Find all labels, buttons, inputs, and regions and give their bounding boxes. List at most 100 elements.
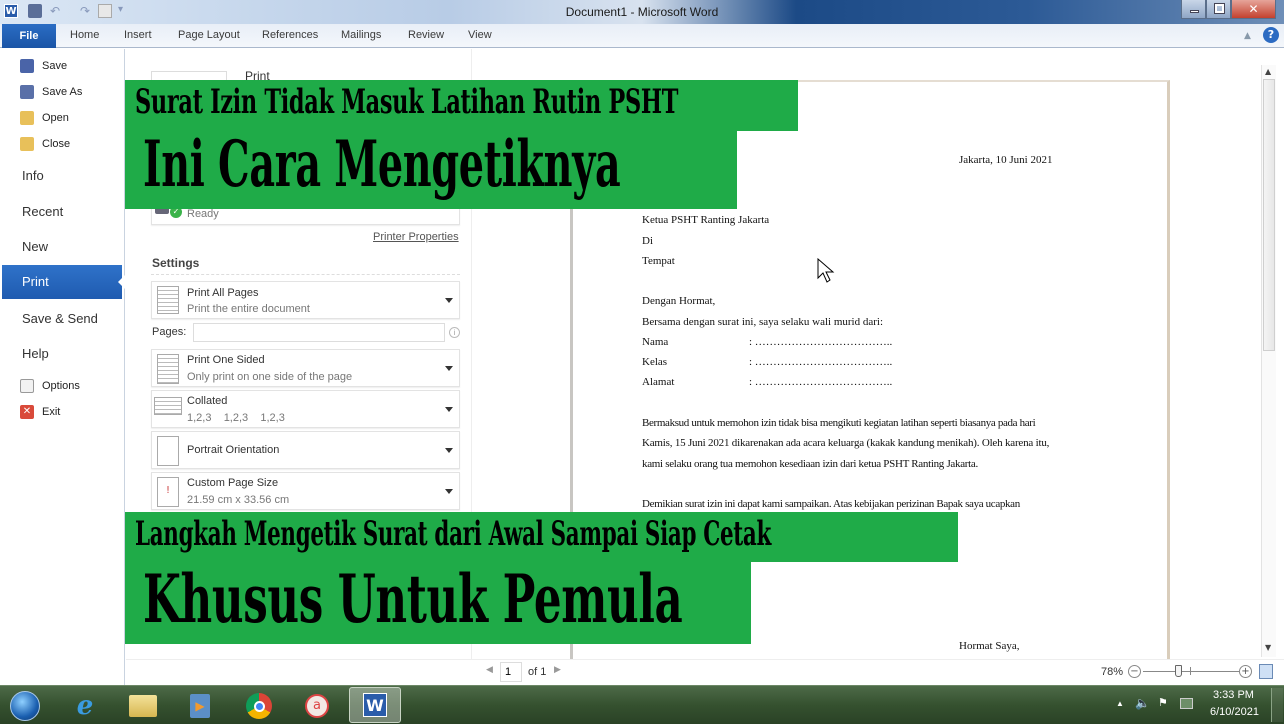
- nav-item-exit[interactable]: ✕ Exit: [20, 401, 60, 423]
- clock-date[interactable]: 6/10/2021: [1210, 706, 1259, 718]
- nav-item-recent[interactable]: Recent: [22, 204, 63, 219]
- zoom-out-icon[interactable]: −: [1128, 665, 1141, 678]
- minimize-button[interactable]: [1181, 0, 1206, 19]
- field-value: : ………………………………..: [749, 356, 893, 368]
- taskbar-file-explorer[interactable]: [124, 690, 162, 722]
- tab-home[interactable]: Home: [70, 29, 99, 41]
- option-subtitle: 21.59 cm x 33.56 cm: [187, 494, 290, 506]
- collation-dropdown[interactable]: Collated 1,2,3 1,2,3 1,2,3: [151, 390, 460, 428]
- taskbar-word[interactable]: W: [349, 687, 401, 723]
- page-count: of 1: [528, 666, 547, 678]
- tab-file[interactable]: File: [2, 24, 56, 48]
- portrait-icon: [157, 436, 179, 466]
- tab-references[interactable]: References: [262, 29, 318, 41]
- open-folder-icon: [20, 111, 34, 125]
- show-hidden-icons[interactable]: ▲: [1116, 699, 1124, 708]
- vertical-scrollbar[interactable]: ▲ ▼: [1261, 65, 1276, 657]
- backstage-nav: Save Save As Open Close Info Recent New …: [0, 49, 125, 685]
- taskbar-chrome[interactable]: [240, 690, 278, 722]
- nav-item-close[interactable]: Close: [20, 133, 70, 155]
- option-title: Collated: [187, 395, 228, 407]
- tab-mailings[interactable]: Mailings: [341, 29, 381, 41]
- nav-item-help[interactable]: Help: [22, 346, 49, 361]
- show-desktop-button[interactable]: [1271, 688, 1283, 722]
- windows-taskbar: e ▶ a W ▲ 🔈 ⚑ 3:33 PM 6/10/2021: [0, 685, 1284, 724]
- clock-time[interactable]: 3:33 PM: [1213, 689, 1254, 701]
- print-range-dropdown[interactable]: Print All Pages Print the entire documen…: [151, 281, 460, 319]
- help-icon[interactable]: ?: [1263, 27, 1279, 43]
- nav-item-label: Open: [42, 112, 69, 124]
- zoom-slider-track[interactable]: [1143, 671, 1239, 672]
- taskbar-internet-explorer[interactable]: e: [66, 690, 104, 722]
- action-center-flag-icon[interactable]: ⚑: [1158, 696, 1168, 709]
- zoom-slider-thumb[interactable]: [1175, 665, 1183, 677]
- option-title: Print All Pages: [187, 287, 259, 299]
- network-icon[interactable]: [1180, 698, 1193, 709]
- tab-page-layout[interactable]: Page Layout: [178, 29, 240, 41]
- collated-icon: [154, 397, 182, 415]
- start-button[interactable]: [6, 690, 44, 722]
- pages-input[interactable]: [193, 323, 445, 342]
- tab-insert[interactable]: Insert: [124, 29, 152, 41]
- scroll-up-icon[interactable]: ▲: [1265, 67, 1271, 76]
- body-line: Bermaksud untuk memohon izin tidak bisa …: [642, 417, 1036, 429]
- overlay-title-line: Surat Izin Tidak Masuk Latihan Rutin PSH…: [135, 82, 679, 122]
- nav-item-label: Close: [42, 138, 71, 150]
- nav-item-save-as[interactable]: Save As: [20, 81, 82, 103]
- field-label: Nama: [642, 336, 669, 348]
- nav-item-new[interactable]: New: [22, 239, 48, 254]
- scroll-down-icon[interactable]: ▼: [1265, 643, 1271, 652]
- chevron-down-icon: [445, 489, 453, 494]
- options-icon: [20, 379, 34, 393]
- next-page-icon[interactable]: ▶: [554, 665, 561, 675]
- taskbar-media-player[interactable]: ▶: [181, 690, 219, 722]
- nav-item-info[interactable]: Info: [22, 168, 44, 183]
- recipient-line: Ketua PSHT Ranting Jakarta: [642, 214, 770, 226]
- nav-item-save-send[interactable]: Save & Send: [22, 311, 98, 326]
- internet-explorer-icon: e: [76, 691, 94, 721]
- taskbar-app[interactable]: a: [298, 690, 336, 722]
- option-title: Custom Page Size: [187, 477, 279, 489]
- intro-line: Bersama dengan surat ini, saya selaku wa…: [642, 316, 884, 328]
- chrome-icon: [246, 693, 272, 719]
- window-title: Document1 - Microsoft Word: [565, 5, 719, 19]
- nav-item-print[interactable]: Print: [2, 265, 125, 299]
- word-icon: W: [363, 693, 387, 717]
- zoom-in-icon[interactable]: +: [1239, 665, 1252, 678]
- pages-label: Pages:: [152, 326, 187, 338]
- one-sided-icon: [157, 354, 179, 384]
- nav-item-label: Options: [42, 380, 80, 392]
- save-icon: [20, 59, 34, 73]
- close-folder-icon: [20, 137, 34, 151]
- chevron-down-icon: [445, 298, 453, 303]
- printer-properties-link[interactable]: Printer Properties: [373, 231, 459, 243]
- orientation-dropdown[interactable]: Portrait Orientation: [151, 431, 460, 469]
- zoom-to-page-icon[interactable]: [1259, 664, 1273, 679]
- tab-review[interactable]: Review: [408, 29, 444, 41]
- option-subtitle: Print the entire document: [187, 303, 310, 315]
- nav-item-save[interactable]: Save: [20, 55, 67, 77]
- tab-view[interactable]: View: [468, 29, 492, 41]
- scrollbar-thumb[interactable]: [1263, 79, 1275, 351]
- greeting: Dengan Hormat,: [642, 295, 716, 307]
- page-size-dropdown[interactable]: ! Custom Page Size 21.59 cm x 33.56 cm: [151, 472, 460, 510]
- printer-status: Ready: [187, 208, 219, 220]
- minimize-ribbon-icon[interactable]: ▲: [1244, 31, 1251, 41]
- previous-page-icon[interactable]: ◀: [486, 665, 493, 675]
- zoom-level[interactable]: 78%: [1101, 666, 1123, 678]
- media-player-icon: ▶: [190, 694, 210, 718]
- restore-button[interactable]: [1206, 0, 1231, 19]
- page-number-input[interactable]: [500, 662, 522, 682]
- file-explorer-icon: [129, 695, 157, 717]
- volume-icon[interactable]: 🔈: [1135, 696, 1150, 710]
- nav-item-options[interactable]: Options: [20, 375, 80, 397]
- app-red-circle-icon: a: [305, 694, 329, 718]
- date-line: Jakarta, 10 Juni 2021: [959, 154, 1053, 166]
- title-bar: W ↶ ↷ ▾ Document1 - Microsoft Word ✕: [0, 0, 1284, 24]
- nav-item-open[interactable]: Open: [20, 107, 69, 129]
- overlay-headline-line: Ini Cara Mengetiknya: [143, 127, 621, 202]
- overlay-banner-title: Surat Izin Tidak Masuk Latihan Rutin PSH…: [125, 80, 798, 131]
- close-button[interactable]: ✕: [1231, 0, 1276, 19]
- info-icon[interactable]: i: [449, 327, 460, 338]
- sides-dropdown[interactable]: Print One Sided Only print on one side o…: [151, 349, 460, 387]
